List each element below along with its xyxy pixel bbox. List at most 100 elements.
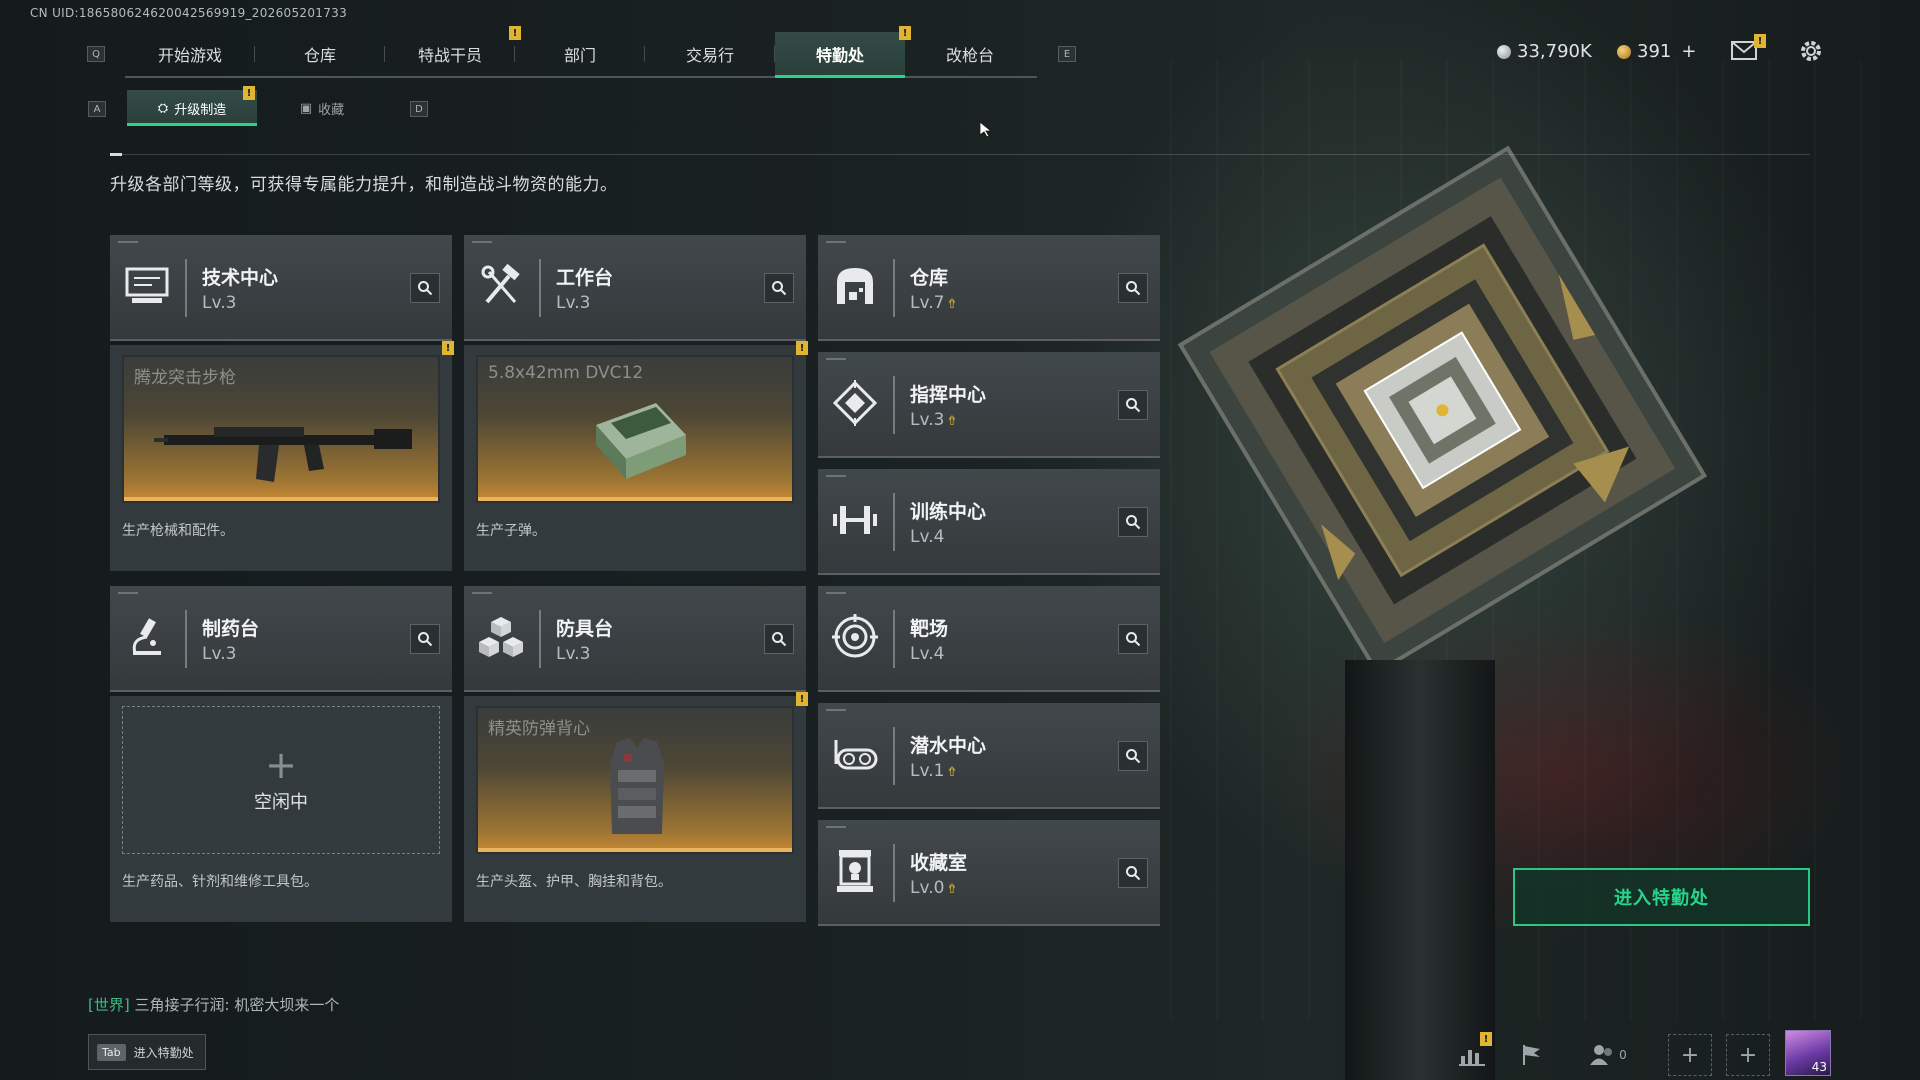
dept-name: 收藏室 <box>910 852 968 874</box>
subnav-prev-key[interactable]: A <box>88 101 106 117</box>
player-uid: CN UID:186580624620042569919_20260520173… <box>30 6 348 20</box>
player-level: 43 <box>1811 1060 1827 1074</box>
flag-button[interactable] <box>1510 1034 1554 1076</box>
world-chat-line[interactable]: [世界] 三角接子行润: 机密大坝来一个 <box>88 994 339 1015</box>
production-slot-pharmacy[interactable]: + 空闲中 生产药品、针剂和维修工具包。 <box>110 696 452 922</box>
dept-card-pharmacy[interactable]: 制药台 Lv.3 <box>110 586 452 692</box>
add-member-icon: + <box>1738 1042 1758 1068</box>
team-slot-1[interactable]: + <box>1668 1034 1712 1076</box>
dept-card-command-center[interactable]: 指挥中心 Lv.3 ⇮ <box>818 352 1160 458</box>
dept-name: 制药台 <box>202 618 260 640</box>
dept-level: Lv.3 <box>556 293 591 313</box>
dept-level: Lv.1 ⇮ <box>910 761 958 781</box>
production-caption: 生产头盔、护甲、胸挂和背包。 <box>476 874 672 890</box>
search-icon <box>1126 866 1141 881</box>
tab-departments[interactable]: 部门 <box>515 32 645 76</box>
idle-label: 空闲中 <box>254 792 308 813</box>
dept-card-shooting-range[interactable]: 靶场 Lv.4 <box>818 586 1160 692</box>
item-name: 5.8x42mm DVC12 <box>488 363 644 383</box>
item-name: 精英防弹背心 <box>488 719 590 739</box>
tab-operators[interactable]: 特战干员! <box>385 26 521 76</box>
inspect-button[interactable] <box>1118 741 1148 771</box>
upgrade-available-icon: ⇮ <box>946 765 958 780</box>
subnav-next-key[interactable]: D <box>410 101 428 117</box>
bar-chart-icon <box>1459 1050 1485 1066</box>
friends-button[interactable]: 0 <box>1583 1034 1633 1076</box>
inspect-button[interactable] <box>410 624 440 654</box>
tab-gunsmith[interactable]: 改枪台 <box>905 32 1035 76</box>
chat-message: 三角接子行润: 机密大坝来一个 <box>134 996 340 1014</box>
inspect-button[interactable] <box>764 273 794 303</box>
dept-card-collection-room[interactable]: 收藏室 Lv.0 ⇮ <box>818 820 1160 926</box>
upgrade-available-icon: ⇮ <box>946 414 958 429</box>
dept-level: Lv.7 ⇮ <box>910 293 958 313</box>
chat-channel: [世界] <box>88 996 130 1014</box>
stats-button[interactable]: ! <box>1450 1032 1494 1076</box>
dept-card-warehouse[interactable]: 仓库 Lv.7 ⇮ <box>818 235 1160 341</box>
upgrade-available-icon: ⇮ <box>946 297 958 312</box>
inspect-button[interactable] <box>1118 273 1148 303</box>
sub-nav: ⛭ 升级制造 ! ▣ 收藏 <box>127 86 387 126</box>
gold-currency: 391 + <box>1617 41 1696 62</box>
dept-name: 潜水中心 <box>910 735 987 757</box>
tab-special-ops[interactable]: 特勤处! <box>775 26 911 78</box>
body-armor-image <box>610 738 664 834</box>
add-gold-button[interactable]: + <box>1681 41 1696 62</box>
search-icon <box>1126 398 1141 413</box>
inspect-button[interactable] <box>1118 390 1148 420</box>
dept-level: Lv.0 ⇮ <box>910 878 958 898</box>
main-nav: 开始游戏 仓库 特战干员! 部门 交易行 特勤处! 改枪台 <box>125 26 1037 78</box>
tools-icon <box>476 261 526 311</box>
production-slot-armor-bench[interactable]: 精英防弹背心 ! 生产头盔、护甲、胸挂和背包。 <box>464 692 808 922</box>
dept-level: Lv.3 ⇮ <box>910 410 958 430</box>
flag-icon <box>1523 1045 1540 1065</box>
dept-level: Lv.3 <box>202 293 237 313</box>
notification-badge: ! <box>1754 34 1766 48</box>
enter-special-ops-button[interactable]: 进入特勤处 <box>1513 868 1810 926</box>
nav-next-key[interactable]: E <box>1058 46 1076 62</box>
production-slot-tech-center[interactable]: 腾龙突击步枪 ! 生产枪械和配件。 <box>110 341 454 571</box>
gear-icon <box>1801 41 1821 61</box>
diving-goggles-icon <box>830 729 880 779</box>
dept-card-tech-center[interactable]: 技术中心 Lv.3 <box>110 235 452 341</box>
inspect-button[interactable] <box>1118 858 1148 888</box>
production-caption: 生产药品、针剂和维修工具包。 <box>122 874 318 890</box>
inspect-button[interactable] <box>1118 624 1148 654</box>
dept-card-diving-center[interactable]: 潜水中心 Lv.1 ⇮ <box>818 703 1160 809</box>
tab-trading[interactable]: 交易行 <box>645 32 775 76</box>
subtab-collection[interactable]: ▣ 收藏 <box>257 90 387 126</box>
item-name: 腾龙突击步枪 <box>134 368 236 388</box>
team-slot-2[interactable]: + <box>1726 1034 1770 1076</box>
search-icon <box>772 281 787 296</box>
monitor-icon <box>122 261 172 311</box>
dept-card-training-center[interactable]: 训练中心 Lv.4 <box>818 469 1160 575</box>
settings-button[interactable] <box>1798 38 1824 70</box>
dept-card-armor-bench[interactable]: 防具台 Lv.3 <box>464 586 806 692</box>
inspect-button[interactable] <box>410 273 440 303</box>
player-avatar[interactable]: 43 <box>1785 1030 1831 1076</box>
dept-level: Lv.3 <box>556 644 591 664</box>
dept-name: 仓库 <box>910 267 949 289</box>
nav-prev-key[interactable]: Q <box>87 46 105 62</box>
inspect-button[interactable] <box>764 624 794 654</box>
production-caption: 生产子弹。 <box>476 523 546 539</box>
search-icon <box>418 632 433 647</box>
mail-button[interactable]: ! <box>1730 34 1766 68</box>
production-slot-workbench[interactable]: 5.8x42mm DVC12 ! 生产子弹。 <box>464 341 808 571</box>
display-case-icon <box>830 846 880 896</box>
warehouse-icon <box>830 261 880 311</box>
friends-count: 0 <box>1619 1048 1627 1062</box>
inspect-button[interactable] <box>1118 507 1148 537</box>
tab-shortcut-hint[interactable]: Tab 进入特勤处 <box>88 1034 206 1070</box>
add-member-icon: + <box>1680 1042 1700 1068</box>
assault-rifle-image <box>154 427 412 482</box>
subtab-upgrade-craft[interactable]: ⛭ 升级制造 ! <box>127 86 257 126</box>
tab-warehouse[interactable]: 仓库 <box>255 32 385 76</box>
microscope-icon <box>122 612 172 662</box>
tab-start-game[interactable]: 开始游戏 <box>125 32 255 76</box>
background-pillar <box>1345 660 1495 1080</box>
dept-card-workbench[interactable]: 工作台 Lv.3 <box>464 235 806 341</box>
tab-key: Tab <box>97 1043 126 1061</box>
search-icon <box>1126 281 1141 296</box>
idle-slot[interactable]: + 空闲中 <box>122 706 440 854</box>
